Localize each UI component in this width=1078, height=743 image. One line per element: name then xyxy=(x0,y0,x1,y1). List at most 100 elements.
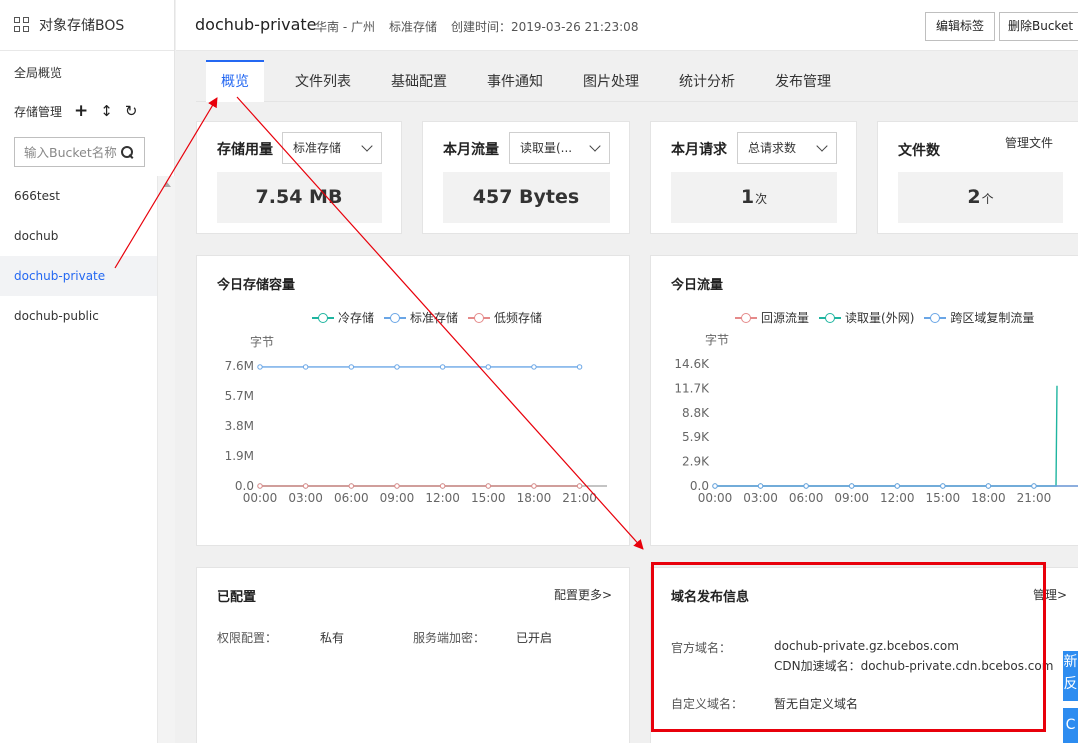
stat-number: 2 xyxy=(967,186,981,208)
tab-statistics[interactable]: 统计分析 xyxy=(672,60,742,102)
tab-overview[interactable]: 概览 xyxy=(206,60,264,102)
official-domain-label: 官方域名： xyxy=(671,641,732,655)
bucket-storage-class: 标准存储 xyxy=(389,20,438,34)
select-value: 标准存储 xyxy=(293,141,342,155)
sidebar: 对象存储BOS 全局概览 存储管理 + ↕ ↻ 666test dochub d… xyxy=(0,0,175,743)
traffic-type-select[interactable]: 读取量(... xyxy=(509,132,610,164)
data-point xyxy=(803,483,809,489)
bucket-title: dochub-private xyxy=(195,15,317,34)
data-point xyxy=(394,483,400,489)
data-point xyxy=(348,483,355,489)
bucket-search-box xyxy=(14,137,145,167)
stat-label: 本月流量 xyxy=(443,142,499,158)
data-point xyxy=(576,364,583,370)
x-tick-label: 09:00 xyxy=(834,491,869,505)
panel-title: 域名发布信息 xyxy=(671,590,750,605)
bucket-item-active[interactable]: dochub-private xyxy=(0,256,157,296)
edit-tags-button[interactable]: 编辑标签 xyxy=(925,12,995,41)
stat-unit: 次 xyxy=(755,192,768,206)
stat-number: 1 xyxy=(740,186,755,208)
data-point xyxy=(531,364,537,370)
sidebar-scrollbar[interactable] xyxy=(157,176,175,743)
data-point xyxy=(531,483,537,489)
domain-manage-link[interactable]: 管理> xyxy=(1033,586,1067,603)
storage-manage-label: 存储管理 xyxy=(14,104,63,119)
y-tick-label: 1.9M xyxy=(225,449,254,463)
stat-number: 7.54 MB xyxy=(255,186,343,208)
x-tick-label: 15:00 xyxy=(926,491,961,505)
bucket-item[interactable]: dochub xyxy=(0,216,157,256)
y-tick-label: 11.7K xyxy=(674,381,710,395)
bucket-item[interactable]: dochub-public xyxy=(0,296,157,336)
x-tick-label: 09:00 xyxy=(380,491,415,505)
delete-bucket-button[interactable]: 删除Bucket xyxy=(999,12,1078,41)
floating-feedback-button[interactable]: 新反 xyxy=(1063,651,1078,701)
data-point xyxy=(576,483,583,489)
app-title: 对象存储BOS xyxy=(39,18,125,34)
data-point xyxy=(485,364,491,370)
data-point xyxy=(439,483,446,489)
y-tick-label: 2.9K xyxy=(682,455,710,469)
stat-label: 本月请求 xyxy=(671,142,727,158)
refresh-icon[interactable]: ↻ xyxy=(125,103,138,119)
bucket-search-input[interactable] xyxy=(15,144,119,160)
data-point xyxy=(394,364,400,370)
bucket-created-time: 创建时间：2019-03-26 21:23:08 xyxy=(451,20,639,34)
storage-manage-row: 存储管理 + ↕ ↻ xyxy=(14,101,154,121)
select-value: 总请求数 xyxy=(748,141,797,155)
manage-files-link[interactable]: 管理文件 xyxy=(1005,134,1053,151)
search-icon[interactable] xyxy=(121,145,134,159)
tab-file-list[interactable]: 文件列表 xyxy=(288,60,358,102)
tab-basic-config[interactable]: 基础配置 xyxy=(384,60,454,102)
chevron-down-icon xyxy=(361,140,373,152)
data-point xyxy=(1031,483,1037,489)
y-axis-label: 字节 xyxy=(705,332,729,347)
data-point xyxy=(302,483,309,489)
x-tick-label: 06:00 xyxy=(334,491,369,505)
data-point xyxy=(848,483,855,489)
config-panel: 已配置 配置更多> 权限配置： 私有 服务端加密： 已开启 xyxy=(196,567,630,743)
x-tick-label: 12:00 xyxy=(425,491,460,505)
bucket-list: 666test dochub dochub-private dochub-pub… xyxy=(0,176,157,336)
data-point xyxy=(257,364,263,370)
plus-icon[interactable]: + xyxy=(74,102,88,120)
request-type-select[interactable]: 总请求数 xyxy=(737,132,837,164)
data-point xyxy=(712,483,718,489)
x-tick-label: 21:00 xyxy=(562,491,597,505)
x-tick-label: 15:00 xyxy=(471,491,506,505)
storage-line-chart: 字节0.01.9M3.8M5.7M7.6M00:00 03:00 06:00 09:0… xyxy=(225,334,607,505)
tab-image-process[interactable]: 图片处理 xyxy=(576,60,646,102)
stat-value: 2个 xyxy=(898,172,1063,223)
cdn-domain-value: CDN加速域名：dochub-private.cdn.bcebos.com xyxy=(774,659,1054,673)
encryption-value: 已开启 xyxy=(516,631,553,645)
stat-card-traffic: 本月流量 读取量(... 457 Bytes xyxy=(422,121,630,234)
y-tick-label: 5.7M xyxy=(225,389,254,403)
bucket-item[interactable]: 666test xyxy=(0,176,157,216)
config-more-link[interactable]: 配置更多> xyxy=(554,586,612,603)
stat-label: 存储用量 xyxy=(217,142,273,158)
y-axis-label: 字节 xyxy=(250,334,274,349)
stat-value: 7.54 MB xyxy=(217,172,382,223)
domain-panel: 域名发布信息 管理> 官方域名： dochub-private.gz.bcebo… xyxy=(650,567,1078,743)
x-tick-label: 00:00 xyxy=(243,491,278,505)
tab-publish-manage[interactable]: 发布管理 xyxy=(768,60,838,102)
scroll-up-icon[interactable] xyxy=(163,182,171,187)
series-line xyxy=(715,385,1058,487)
global-overview-link[interactable]: 全局概览 xyxy=(14,64,62,81)
x-tick-label: 06:00 xyxy=(789,491,824,505)
x-tick-label: 03:00 xyxy=(743,491,778,505)
data-point xyxy=(985,483,992,489)
x-tick-label: 00:00 xyxy=(698,491,733,505)
floating-help-button[interactable]: C xyxy=(1063,708,1078,743)
sort-icon[interactable]: ↕ xyxy=(100,103,113,119)
x-tick-label: 03:00 xyxy=(288,491,323,505)
traffic-chart-card: 今日流量 回源流量 读取量(外网) 跨区域复制流量 字节 0.0 2.9K 5.9K 8… xyxy=(650,255,1078,546)
data-point xyxy=(302,364,309,370)
y-tick-label: 7.6M xyxy=(225,359,254,373)
stat-value: 457 Bytes xyxy=(443,172,610,223)
bucket-region: 华南 - 广州 xyxy=(315,20,375,34)
tab-event-notify[interactable]: 事件通知 xyxy=(480,60,550,102)
storage-class-select[interactable]: 标准存储 xyxy=(282,132,382,164)
data-point xyxy=(940,483,946,489)
x-tick-label: 21:00 xyxy=(1017,491,1052,505)
